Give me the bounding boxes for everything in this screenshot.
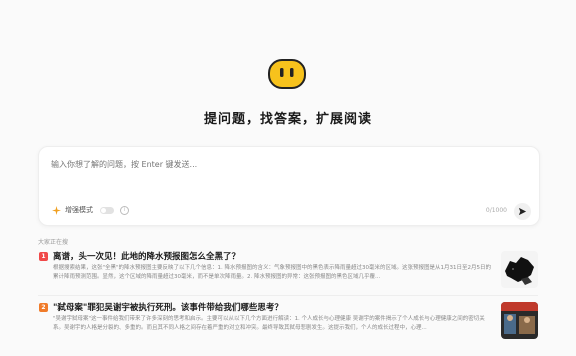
- char-counter: 0/1000: [485, 207, 507, 214]
- enhance-mode-toggle[interactable]: [100, 206, 114, 214]
- page-headline: 提问题，找答案，扩展阅读: [203, 112, 372, 127]
- news-photo-thumbnail[interactable]: [501, 302, 538, 339]
- rank-badge: 1: [39, 252, 48, 261]
- enhance-mode-label: 增强模式: [65, 206, 93, 214]
- trending-title: 大家正在搜: [38, 239, 69, 246]
- trending-item-1[interactable]: 1 离谱，头一次见！此地的降水预报图怎么全黑了？ 根据搜索结果，这张"全黑"的降…: [38, 249, 538, 293]
- app-logo-icon: [268, 59, 306, 89]
- trending-item-desc: 根据搜索结果，这张"全黑"的降水预报图主要反映了以下几个信息：1. 降水预报图的…: [53, 265, 492, 280]
- trending-item-2[interactable]: 2 "弑母案"罪犯吴谢宇被执行死刑。该事件带给我们哪些思考？ "吴谢宇弑母案"这…: [38, 300, 538, 344]
- enhance-mode-control[interactable]: 增强模式 i: [52, 205, 129, 215]
- trending-item-title[interactable]: "弑母案"罪犯吴谢宇被执行死刑。该事件带给我们哪些思考？: [53, 301, 283, 313]
- divider: [38, 295, 538, 296]
- trending-item-title[interactable]: 离谱，头一次见！此地的降水预报图怎么全黑了？: [53, 250, 240, 262]
- sparkle-icon: [52, 205, 61, 215]
- question-input[interactable]: [51, 160, 521, 169]
- rank-badge: 2: [39, 303, 48, 312]
- rainfall-map-thumbnail[interactable]: [501, 251, 538, 288]
- send-icon: [518, 207, 527, 216]
- trending-item-desc: "吴谢宇弑母案"这一事件给我们带来了许多深刻的思考和启示。主要可以从以下几个方面…: [53, 316, 485, 331]
- question-input-card: 增强模式 i 0/1000: [38, 146, 540, 226]
- info-icon[interactable]: i: [120, 205, 129, 215]
- send-button[interactable]: [514, 203, 531, 220]
